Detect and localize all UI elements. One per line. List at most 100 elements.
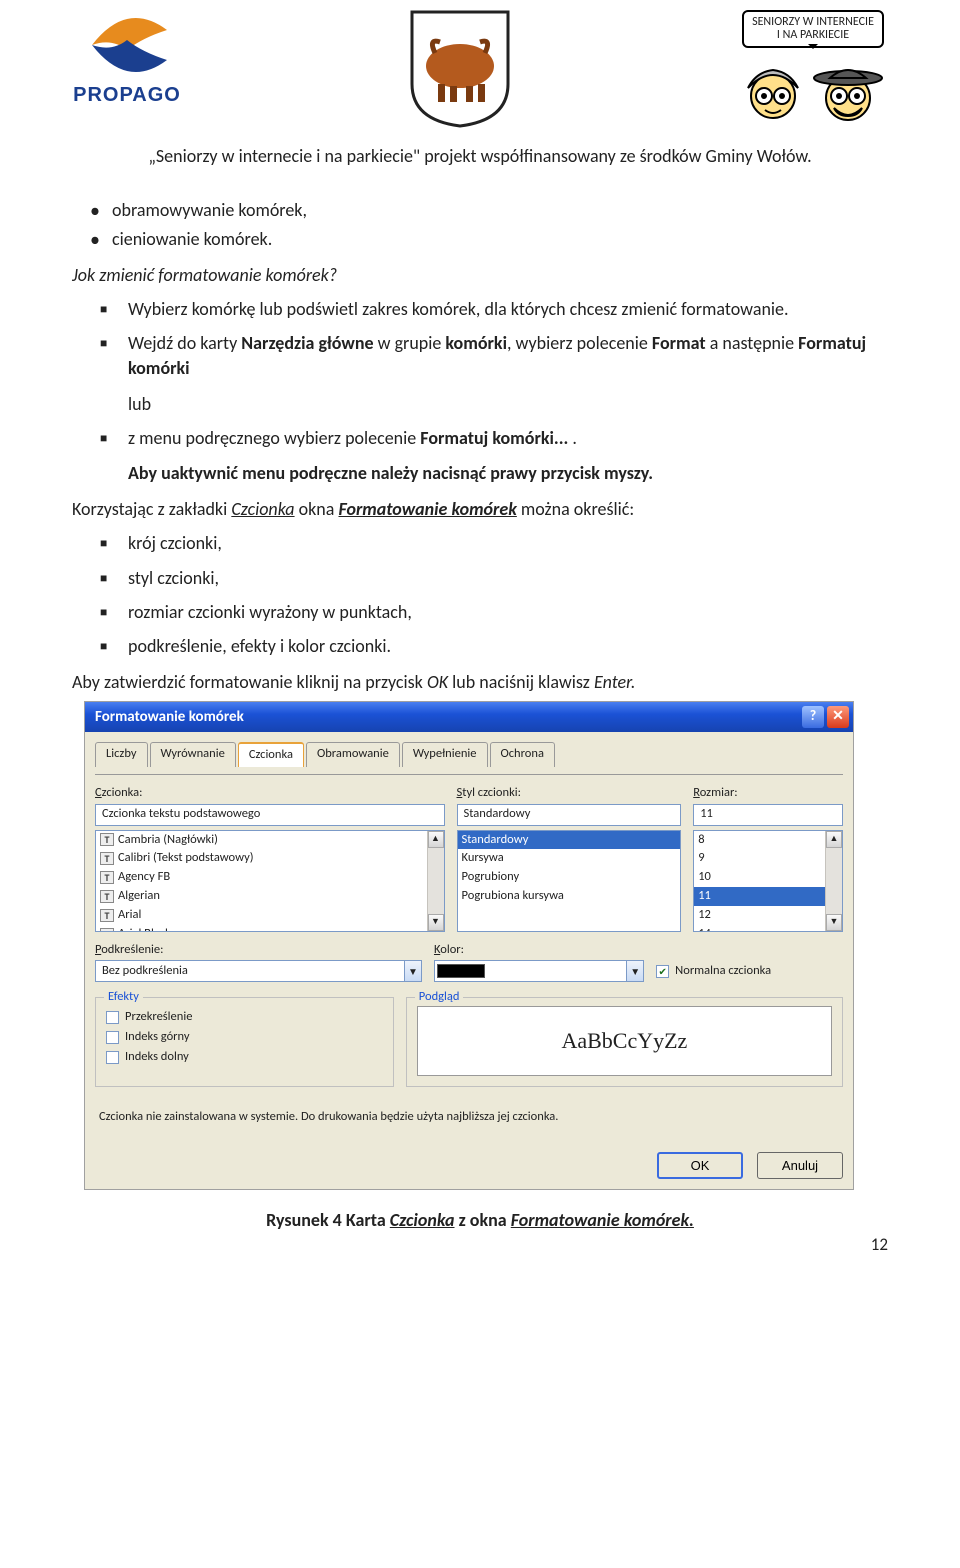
list-item[interactable]: TArial Black — [96, 925, 427, 932]
tab-protection[interactable]: Ochrona — [490, 742, 555, 767]
propago-wordmark: PROPAGO — [73, 82, 181, 109]
superscript-checkbox[interactable]: Indeks górny — [106, 1029, 383, 1046]
list-item[interactable]: 12 — [694, 906, 825, 925]
list-item[interactable]: TCambria (Nagłówki) — [96, 831, 427, 850]
normal-font-checkbox[interactable]: ✔ Normalna czcionka — [656, 963, 843, 980]
truetype-icon: T — [100, 852, 114, 865]
list-item: obramowywanie komórek, — [72, 198, 888, 222]
scroll-down-button[interactable]: ▼ — [826, 914, 842, 931]
tab-numbers[interactable]: Liczby — [95, 742, 148, 767]
truetype-icon: T — [100, 909, 114, 922]
truetype-icon: T — [100, 890, 114, 903]
list-item: cieniowanie komórek. — [72, 227, 888, 251]
list-item: krój czcionki, — [72, 531, 888, 555]
normal-font-column: ✔ Normalna czcionka — [656, 942, 843, 984]
dialog-buttons: OK Anuluj — [85, 1142, 853, 1189]
underline-combo[interactable]: Bez podkreślenia ▼ — [95, 960, 422, 982]
effects-fieldset: Efekty Przekreślenie Indeks górny Indeks… — [95, 997, 394, 1087]
top-bullets: obramowywanie komórek, cieniowanie komór… — [72, 198, 888, 251]
size-input[interactable]: 11 — [693, 804, 843, 826]
subscript-checkbox[interactable]: Indeks dolny — [106, 1049, 383, 1066]
checkbox-icon — [106, 1051, 119, 1064]
speech-line2: I NA PARKIECIE — [777, 28, 849, 42]
tab-alignment[interactable]: Wyrównanie — [150, 742, 236, 767]
dialog-tabs: Liczby Wyrównanie Czcionka Obramowanie W… — [95, 742, 843, 767]
list-item[interactable]: Pogrubiony — [458, 868, 681, 887]
strikethrough-checkbox[interactable]: Przekreślenie — [106, 1009, 383, 1026]
style-column: Styl czcionki: Standardowy Standardowy K… — [457, 785, 682, 932]
tab-font[interactable]: Czcionka — [238, 742, 304, 767]
question: Jok zmienić formatowanie komórek? — [72, 263, 888, 287]
list-item: Wybierz komórkę lub podświetl zakres kom… — [72, 297, 888, 321]
project-subtitle: „Seniorzy w internecie i na parkiecie" p… — [72, 144, 888, 168]
dialog-titlebar[interactable]: Formatowanie komórek ? ✕ — [85, 702, 853, 732]
mouse-note: Aby uaktywnić menu podręczne należy naci… — [128, 461, 888, 485]
truetype-icon: T — [100, 871, 114, 884]
list-item[interactable]: 11 — [694, 887, 825, 906]
list-item: styl czcionki, — [72, 566, 888, 590]
speech-bubble: SENIORZY W INTERNECIE I NA PARKIECIE — [742, 10, 884, 48]
scroll-up-button[interactable]: ▲ — [826, 831, 842, 848]
grandpa-icon — [808, 60, 888, 124]
checkbox-icon — [106, 1031, 119, 1044]
chevron-down-icon[interactable]: ▼ — [626, 960, 644, 982]
help-button[interactable]: ? — [802, 706, 824, 728]
tab-fill[interactable]: Wypełnienie — [402, 742, 488, 767]
color-combo[interactable]: ▼ — [434, 960, 644, 982]
color-column: Kolor: ▼ — [434, 942, 644, 984]
list-item[interactable]: TAgency FB — [96, 868, 427, 887]
list-item[interactable]: TAlgerian — [96, 887, 427, 906]
style-listbox[interactable]: Standardowy Kursywa Pogrubiony Pogrubion… — [457, 830, 682, 932]
speech-line1: SENIORZY W INTERNECIE — [752, 15, 874, 29]
list-item[interactable]: 10 — [694, 868, 825, 887]
list-item[interactable]: Kursywa — [458, 849, 681, 868]
propago-logo: PROPAGO — [72, 10, 182, 109]
checkbox-icon — [106, 1011, 119, 1024]
figure-caption: Rysunek 4 Karta Czcionka z okna Formatow… — [72, 1208, 888, 1232]
chevron-down-icon[interactable]: ▼ — [404, 960, 422, 982]
list-item[interactable]: 14 — [694, 925, 825, 932]
color-label: Kolor: — [434, 942, 644, 959]
style-input[interactable]: Standardowy — [457, 804, 682, 826]
or-label: lub — [128, 392, 888, 416]
size-column: Rozmiar: 11 8 9 10 11 12 14 ▲ — [693, 785, 843, 932]
list-item[interactable]: Pogrubiona kursywa — [458, 887, 681, 906]
effects-legend: Efekty — [104, 989, 143, 1006]
scrollbar[interactable]: ▲ ▼ — [427, 831, 444, 931]
size-listbox[interactable]: 8 9 10 11 12 14 ▲ ▼ — [693, 830, 843, 932]
steps-list: Wybierz komórkę lub podświetl zakres kom… — [72, 297, 888, 380]
list-item[interactable]: TCalibri (Tekst podstawowy) — [96, 849, 427, 868]
preview-box: AaBbCcYyZz — [417, 1006, 832, 1076]
dialog-title: Formatowanie komórek — [95, 707, 244, 727]
scrollbar[interactable]: ▲ ▼ — [825, 831, 842, 931]
preview-legend: Podgląd — [415, 989, 464, 1006]
truetype-icon: T — [100, 833, 114, 846]
underline-column: Podkreślenie: Bez podkreślenia ▼ — [95, 942, 422, 984]
font-input[interactable]: Czcionka tekstu podstawowego — [95, 804, 445, 826]
scroll-down-button[interactable]: ▼ — [428, 914, 444, 931]
grandma-icon — [738, 60, 808, 124]
close-button[interactable]: ✕ — [827, 706, 849, 728]
font-column: Czcionka: Czcionka tekstu podstawowego T… — [95, 785, 445, 932]
ok-button[interactable]: OK — [657, 1152, 743, 1179]
confirm-paragraph: Aby zatwierdzić formatowanie kliknij na … — [72, 670, 888, 694]
list-item[interactable]: 8 — [694, 831, 825, 850]
preview-fieldset: Podgląd AaBbCcYyZz — [406, 997, 843, 1087]
format-cells-dialog: Formatowanie komórek ? ✕ Liczby Wyrównan… — [84, 701, 854, 1190]
font-hint: Czcionka nie zainstalowana w systemie. D… — [99, 1109, 839, 1126]
list-item[interactable]: TArial — [96, 906, 427, 925]
list-item: podkreślenie, efekty i kolor czcionki. — [72, 634, 888, 658]
tab-border[interactable]: Obramowanie — [306, 742, 400, 767]
list-item[interactable]: Standardowy — [458, 831, 681, 850]
list-item: z menu podręcznego wybierz polecenie For… — [72, 426, 888, 450]
page-number: 12 — [72, 1234, 888, 1257]
font-listbox[interactable]: TCambria (Nagłówki) TCalibri (Tekst pods… — [95, 830, 445, 932]
cancel-button[interactable]: Anuluj — [757, 1152, 843, 1179]
propago-mark-icon — [72, 10, 182, 80]
list-item[interactable]: 9 — [694, 849, 825, 868]
list-item: rozmiar czcionki wyrażony w punktach, — [72, 600, 888, 624]
list-item: Wejdź do karty Narzędzia główne w grupie… — [72, 331, 888, 380]
font-label: Czcionka: — [95, 785, 445, 802]
seniors-badge: SENIORZY W INTERNECIE I NA PARKIECIE — [738, 10, 888, 124]
scroll-up-button[interactable]: ▲ — [428, 831, 444, 848]
